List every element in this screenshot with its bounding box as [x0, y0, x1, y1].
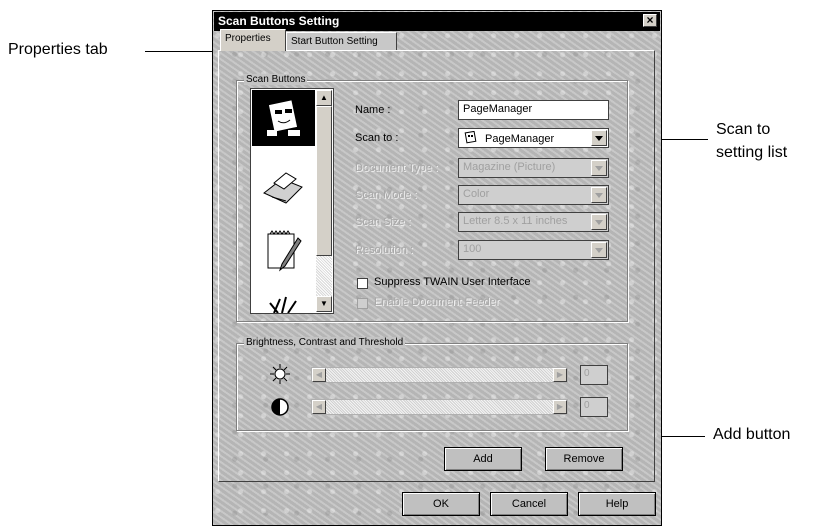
remove-button[interactable]: Remove	[545, 447, 623, 471]
help-button[interactable]: Help	[578, 492, 656, 516]
window-title: Scan Buttons Setting	[218, 14, 340, 28]
scan-to-label: Scan to :	[355, 132, 399, 144]
enable-feeder-checkbox	[357, 298, 368, 309]
list-item[interactable]	[252, 224, 315, 280]
brightness-icon	[270, 364, 290, 384]
pagemanager-small-icon	[464, 130, 477, 144]
chevron-down-icon	[591, 214, 607, 230]
list-item[interactable]	[252, 159, 315, 215]
scan-to-select[interactable]: PageManager	[458, 128, 609, 148]
scan-buttons-group-label: Scan Buttons	[244, 74, 308, 85]
add-button-callout: Add button	[713, 426, 791, 443]
scan-size-label: Scan Size :	[355, 216, 411, 228]
contrast-value: 0	[580, 397, 608, 417]
list-item[interactable]	[252, 90, 315, 146]
pagemanager-icon	[267, 99, 300, 136]
scan-mode-select: Color	[458, 185, 609, 205]
scan-to-callout-line2: setting list	[716, 144, 788, 161]
add-button[interactable]: Add	[444, 447, 522, 471]
chevron-down-icon	[591, 187, 607, 203]
chevron-down-icon	[591, 242, 607, 258]
scroll-thumb[interactable]	[316, 106, 332, 256]
contrast-icon	[271, 398, 289, 416]
scan-size-select: Letter 8.5 x 11 inches	[458, 212, 609, 232]
brightness-value: 0	[580, 365, 608, 385]
ok-button[interactable]: OK	[402, 492, 480, 516]
scroll-down-button[interactable]: ▼	[316, 296, 332, 312]
name-input[interactable]: PageManager	[458, 100, 609, 120]
document-type-label: Document Type :	[355, 162, 438, 174]
resolution-label: Resolution :	[355, 244, 414, 256]
name-label: Name :	[355, 104, 391, 116]
list-scrollbar[interactable]: ▲ ▼	[316, 90, 332, 312]
tab-properties[interactable]: Properties	[220, 29, 286, 51]
scan-to-callout-line1: Scan to	[716, 121, 771, 138]
brightness-group	[236, 343, 628, 431]
fax-icon	[263, 172, 303, 204]
document-type-select: Magazine (Picture)	[458, 158, 609, 178]
chevron-down-icon[interactable]	[591, 130, 607, 146]
cancel-button[interactable]: Cancel	[490, 492, 568, 516]
brightness-right-arrow[interactable]: ▶	[553, 368, 567, 382]
suppress-twain-checkbox[interactable]	[357, 278, 368, 289]
enable-feeder-label: Enable Document Feeder	[374, 296, 500, 308]
brightness-group-label: Brightness, Contrast and Threshold	[244, 337, 406, 348]
contrast-left-arrow[interactable]: ◀	[312, 400, 326, 414]
tab-start-button-setting[interactable]: Start Button Setting	[286, 32, 397, 50]
close-icon: ×	[646, 13, 654, 27]
notepad-icon	[267, 230, 302, 272]
plant-icon	[269, 296, 297, 313]
properties-tab-callout: Properties tab	[8, 41, 108, 58]
scan-mode-label: Scan Mode :	[355, 189, 417, 201]
scroll-up-button[interactable]: ▲	[316, 90, 332, 106]
contrast-right-arrow[interactable]: ▶	[553, 400, 567, 414]
list-item[interactable]	[252, 289, 315, 313]
resolution-select: 100	[458, 240, 609, 260]
brightness-left-arrow[interactable]: ◀	[312, 368, 326, 382]
scan-button-list[interactable]: ▲ ▼	[250, 88, 334, 314]
close-button[interactable]: ×	[643, 14, 657, 27]
brightness-slider[interactable]: ◀ ▶	[311, 367, 568, 383]
chevron-down-icon	[591, 160, 607, 176]
contrast-slider[interactable]: ◀ ▶	[311, 399, 568, 415]
suppress-twain-label: Suppress TWAIN User Interface	[374, 276, 531, 288]
